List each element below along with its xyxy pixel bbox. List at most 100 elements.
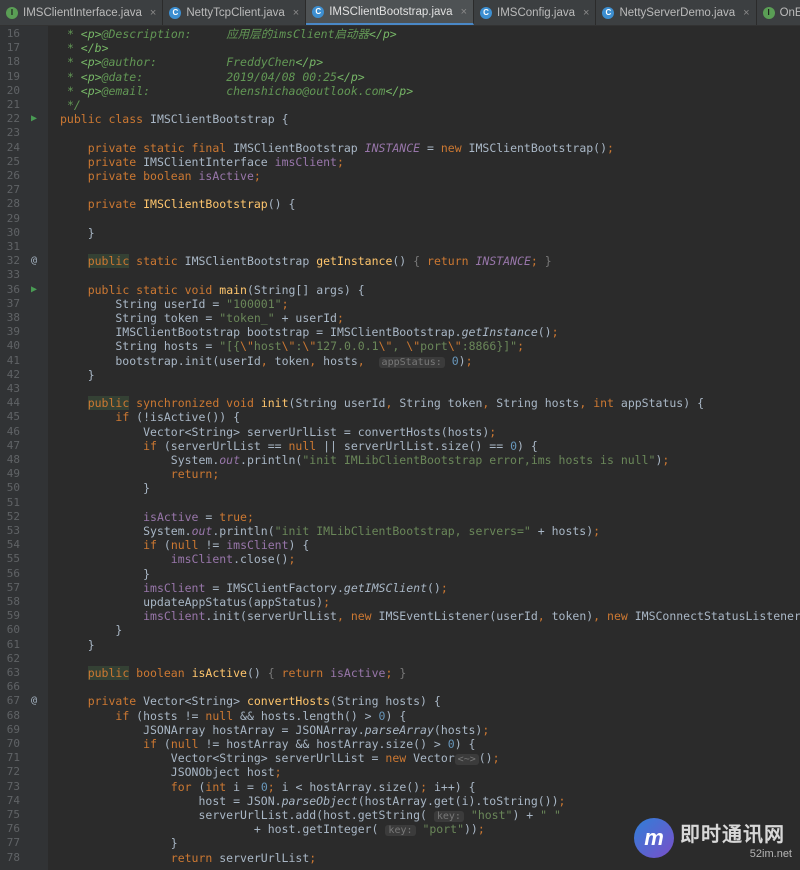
line-number: 24 bbox=[6, 140, 20, 154]
code-text: */ bbox=[66, 98, 81, 112]
line-number: 36 bbox=[6, 282, 20, 296]
code-line[interactable]: 72 JSONObject host; bbox=[0, 765, 800, 779]
line-number: 40 bbox=[6, 339, 20, 353]
watermark: m 即时通讯网 52im.net bbox=[634, 816, 794, 866]
code-line[interactable]: 31 bbox=[0, 240, 800, 254]
tab-imsclientinterface-java[interactable]: I IMSClientInterface.java × bbox=[0, 0, 164, 25]
code-line[interactable]: 28 private IMSClientBootstrap() { bbox=[0, 197, 800, 211]
code-line[interactable]: 39 IMSClientBootstrap bootstrap = IMSCli… bbox=[0, 325, 800, 339]
line-number: 39 bbox=[6, 325, 20, 339]
code-line[interactable]: 50 } bbox=[0, 481, 800, 495]
code-text: } bbox=[60, 566, 151, 581]
code-line[interactable]: 74 host = JSON.parseObject(hostArray.get… bbox=[0, 794, 800, 808]
code-line[interactable]: 62 bbox=[0, 652, 800, 666]
code-line[interactable]: 54 if (null != imsClient) { bbox=[0, 538, 800, 552]
code-line[interactable]: 45 if (!isActive()) { bbox=[0, 410, 800, 424]
watermark-url: 52im.net bbox=[749, 848, 792, 860]
code-line[interactable]: 30 } bbox=[0, 226, 800, 240]
code-line[interactable]: 21 */ bbox=[0, 98, 800, 112]
code-line[interactable]: 38 String token = "token_" + userId; bbox=[0, 311, 800, 325]
tab-label: NettyServerDemo.java bbox=[619, 6, 736, 19]
code-line[interactable]: 51 bbox=[0, 496, 800, 510]
code-line[interactable]: 22 ▶ public class IMSClientBootstrap { bbox=[0, 112, 800, 126]
code-line[interactable]: 26 private boolean isActive; bbox=[0, 169, 800, 183]
run-icon[interactable]: ▶ bbox=[28, 112, 40, 126]
line-number: 46 bbox=[6, 424, 20, 438]
code-line[interactable]: 55 imsClient.close(); bbox=[0, 552, 800, 566]
code-line[interactable]: 42 } bbox=[0, 368, 800, 382]
code-line[interactable]: 16 * <p>@Description: 应用层的imsClient启动器</… bbox=[0, 27, 800, 41]
code-line[interactable]: 17 * </b> bbox=[0, 41, 800, 55]
code-line[interactable]: 60 } bbox=[0, 623, 800, 637]
code-line[interactable]: 53 System.out.println("init IMLibClientB… bbox=[0, 524, 800, 538]
close-icon[interactable]: × bbox=[293, 7, 299, 19]
code-line[interactable]: 33 bbox=[0, 268, 800, 282]
code-line[interactable]: 18 * <p>@author: FreddyChen</p> bbox=[0, 55, 800, 69]
code-line[interactable]: 46 Vector<String> serverUrlList = conver… bbox=[0, 425, 800, 439]
code-line[interactable]: 49 return; bbox=[0, 467, 800, 481]
class-file-icon: C bbox=[169, 6, 182, 19]
close-icon[interactable]: × bbox=[150, 7, 156, 19]
code-line[interactable]: 68 if (hosts != null && hosts.length() >… bbox=[0, 709, 800, 723]
code-line[interactable]: 56 } bbox=[0, 567, 800, 581]
code-line[interactable]: 29 bbox=[0, 212, 800, 226]
code-line[interactable]: 37 String userId = "100001"; bbox=[0, 297, 800, 311]
code-text: private IMSClientInterface imsClient; bbox=[87, 154, 344, 169]
code-line[interactable]: 69 JSONArray hostArray = JSONArray.parse… bbox=[0, 723, 800, 737]
watermark-logo: m bbox=[634, 818, 674, 858]
close-icon[interactable]: × bbox=[461, 6, 467, 18]
line-number: 59 bbox=[6, 609, 20, 623]
class-file-icon: C bbox=[480, 6, 493, 19]
code-line[interactable]: 59 imsClient.init(serverUrlList, new IMS… bbox=[0, 609, 800, 623]
code-line[interactable]: 24 private static final IMSClientBootstr… bbox=[0, 141, 800, 155]
tab-nettytcpclient-java[interactable]: C NettyTcpClient.java × bbox=[163, 0, 307, 25]
class-file-icon: C bbox=[602, 6, 615, 19]
code-line[interactable]: 27 bbox=[0, 183, 800, 197]
tab-onev[interactable]: I OnEv bbox=[757, 0, 800, 25]
code-line[interactable]: 70 if (null != hostArray && hostArray.si… bbox=[0, 737, 800, 751]
code-text: } bbox=[60, 225, 95, 240]
line-number: 60 bbox=[6, 623, 20, 637]
code-line[interactable]: 43 bbox=[0, 382, 800, 396]
code-line[interactable]: 63 public boolean isActive() { return is… bbox=[0, 666, 800, 680]
code-line[interactable]: 57 imsClient = IMSClientFactory.getIMSCl… bbox=[0, 581, 800, 595]
code-line[interactable]: 52 isActive = true; bbox=[0, 510, 800, 524]
code-line[interactable]: 20 * <p>@email: chenshichao@outlook.com<… bbox=[0, 84, 800, 98]
line-number: 74 bbox=[6, 793, 20, 807]
close-icon[interactable]: × bbox=[743, 7, 749, 19]
code-line[interactable]: 19 * <p>@date: 2019/04/08 00:25</p> bbox=[0, 70, 800, 84]
code-line[interactable]: 66 bbox=[0, 680, 800, 694]
code-line[interactable]: 58 updateAppStatus(appStatus); bbox=[0, 595, 800, 609]
code-line[interactable]: 47 if (serverUrlList == null || serverUr… bbox=[0, 439, 800, 453]
code-line[interactable]: 23 bbox=[0, 126, 800, 140]
code-line[interactable]: 32 @ public static IMSClientBootstrap get… bbox=[0, 254, 800, 269]
line-number: 30 bbox=[6, 225, 20, 239]
code-editor[interactable]: 16 * <p>@Description: 应用层的imsClient启动器</… bbox=[0, 26, 800, 870]
line-number: 42 bbox=[6, 367, 20, 381]
line-number: 77 bbox=[6, 836, 20, 850]
code-text: if (hosts != null && hosts.length() > 0)… bbox=[115, 708, 407, 723]
tab-imsclientbootstrap-java[interactable]: C IMSClientBootstrap.java × bbox=[306, 0, 475, 25]
code-text: } bbox=[60, 623, 123, 638]
code-line[interactable]: 48 System.out.println("init IMLibClientB… bbox=[0, 453, 800, 467]
code-line[interactable]: 41 bootstrap.init(userId, token, hosts, … bbox=[0, 354, 800, 368]
line-number: 38 bbox=[6, 311, 20, 324]
code-line[interactable]: 71 Vector<String> serverUrlList = new Ve… bbox=[0, 751, 800, 766]
code-line[interactable]: 40 String hosts = "[{\"host\":\"127.0.0.… bbox=[0, 339, 800, 353]
override-icon[interactable]: @ bbox=[28, 694, 40, 708]
code-line[interactable]: 44 public synchronized void init(String … bbox=[0, 396, 800, 411]
code-text: imsClient.init(serverUrlList, new IMSEve… bbox=[143, 609, 800, 624]
tab-imsconfig-java[interactable]: C IMSConfig.java × bbox=[474, 0, 597, 25]
tab-nettyserverdemo-java[interactable]: C NettyServerDemo.java × bbox=[596, 0, 757, 25]
code-line[interactable]: 25 private IMSClientInterface imsClient; bbox=[0, 155, 800, 169]
close-icon[interactable]: × bbox=[583, 7, 589, 19]
code-line[interactable]: 36 ▶ public static void main(String[] arg… bbox=[0, 283, 800, 297]
code-line[interactable]: 67 @ private Vector<String> convertHosts(… bbox=[0, 694, 800, 708]
override-icon[interactable]: @ bbox=[28, 254, 40, 268]
code-line[interactable]: 73 for (int i = 0; i < hostArray.size();… bbox=[0, 780, 800, 794]
line-number: 52 bbox=[6, 509, 20, 523]
code-line[interactable]: 61 } bbox=[0, 638, 800, 652]
code-text: if (null != hostArray && hostArray.size(… bbox=[143, 737, 476, 751]
code-text: if (null != imsClient) { bbox=[143, 538, 310, 553]
run-icon[interactable]: ▶ bbox=[28, 283, 40, 297]
